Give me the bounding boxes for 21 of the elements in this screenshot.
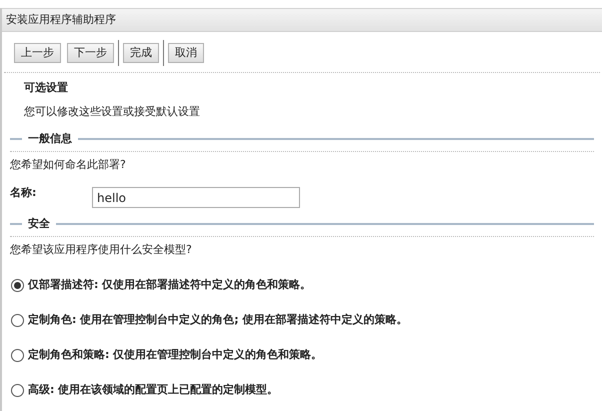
section-title: 一般信息: [27, 132, 73, 146]
radio-button[interactable]: [11, 278, 24, 292]
name-field[interactable]: hello: [92, 187, 300, 208]
radio-label: 定制角色: 使用在管理控制台中定义的角色; 使用在部署描述符中定义的策略。: [28, 313, 408, 327]
radio-button[interactable]: [11, 314, 24, 326]
question-text: 您希望该应用程序使用什么安全模型?: [10, 243, 193, 257]
radio-label: 高级: 使用在该领域的配置页上已配置的定制模型。: [28, 383, 278, 397]
radio-label: 仅部署描述符: 仅使用在部署描述符中定义的角色和策略。: [28, 278, 312, 292]
page-heading: 可选设置: [23, 81, 69, 95]
radio-button[interactable]: [11, 384, 24, 396]
field-label: 名称:: [10, 186, 38, 200]
wizard-button[interactable]: 完成: [123, 43, 159, 63]
radio-label: 定制角色和策略: 仅使用在管理控制台中定义的角色和策略。: [28, 348, 322, 362]
radio-button[interactable]: [11, 348, 24, 362]
wizard-button[interactable]: 下一步: [67, 43, 114, 63]
wizard-button[interactable]: 取消: [168, 43, 204, 63]
question-text: 您希望如何命名此部署?: [10, 158, 127, 172]
intro-text: 您可以修改这些设置或接受默认设置: [23, 105, 201, 119]
section-title: 安全: [27, 217, 51, 231]
wizard-button[interactable]: 上一步: [14, 43, 61, 63]
window-title: 安装应用程序辅助程序: [2, 8, 602, 32]
